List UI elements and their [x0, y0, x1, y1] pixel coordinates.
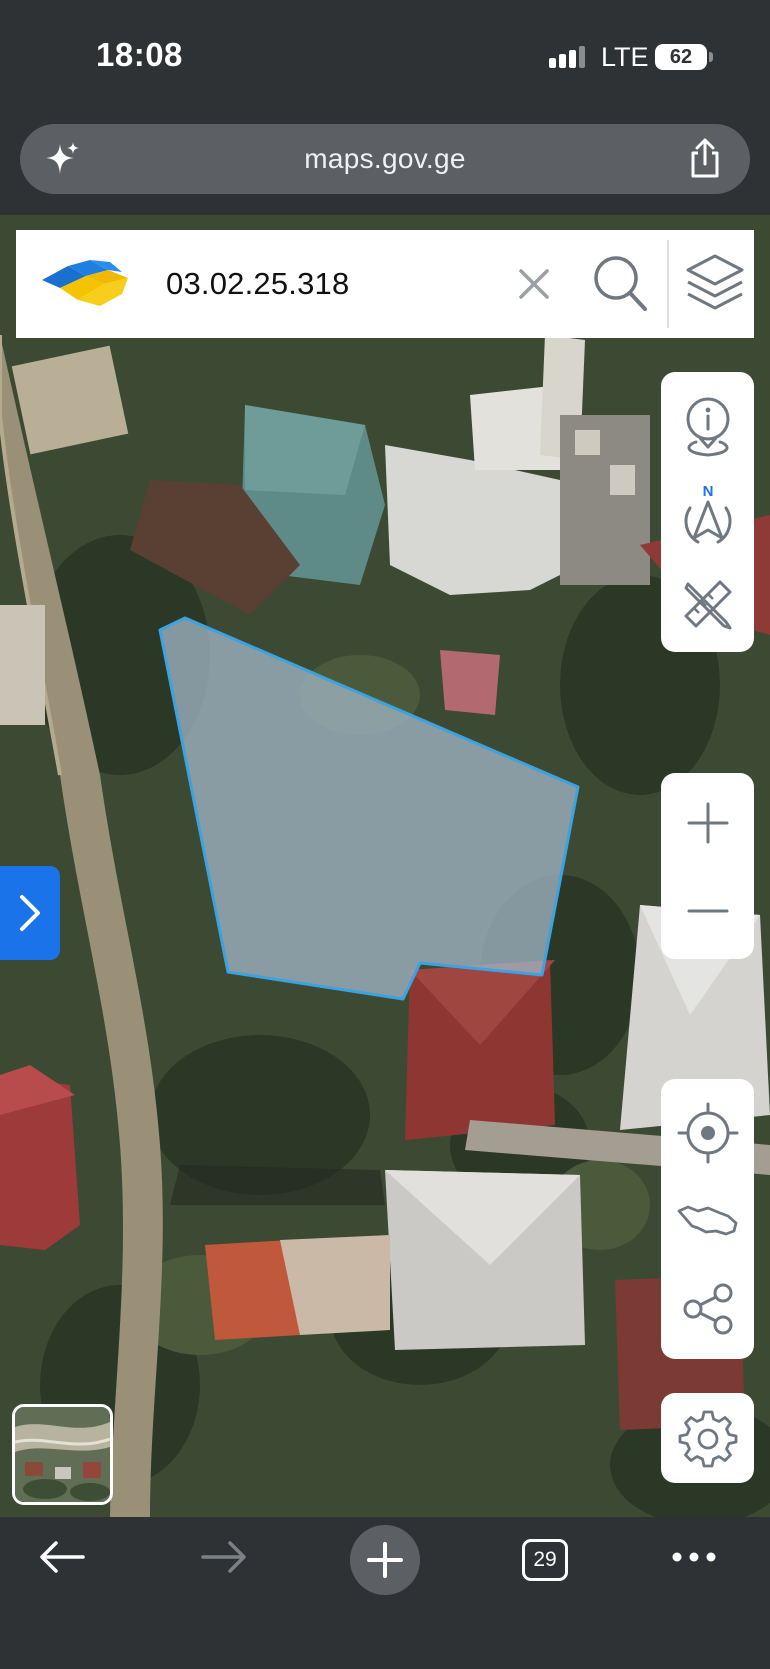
tools-panel: N	[661, 372, 754, 652]
my-location-button[interactable]	[661, 1089, 754, 1177]
measure-button[interactable]	[661, 562, 754, 646]
measure-ruler-pencil-icon	[684, 580, 731, 630]
share-button[interactable]	[661, 1265, 754, 1353]
forward-arrow-icon	[201, 1541, 246, 1573]
browser-toolbar: 29	[0, 1517, 770, 1669]
zoom-out-icon	[687, 909, 728, 913]
url-text[interactable]: maps.gov.ge	[20, 143, 750, 175]
tabs-icon[interactable]: 29	[522, 1539, 568, 1581]
network-type: LTE	[601, 42, 649, 72]
settings-gear-icon	[678, 1410, 737, 1468]
zoom-out-button[interactable]	[661, 869, 754, 953]
share-icon	[683, 1283, 732, 1335]
zoom-in-button[interactable]	[661, 781, 754, 865]
napr-logo-icon	[42, 260, 128, 306]
more-button[interactable]	[662, 1517, 726, 1597]
search-input[interactable]: 03.02.25.318	[166, 266, 349, 302]
svg-text:N: N	[702, 483, 713, 500]
satellite-map[interactable]	[0, 215, 770, 1517]
forward-button[interactable]	[192, 1517, 256, 1597]
signal-bars-icon	[549, 46, 585, 68]
side-panel-toggle[interactable]	[0, 866, 60, 960]
info-location-icon	[686, 397, 729, 457]
status-time: 18:08	[96, 36, 183, 73]
satellite-imagery[interactable]	[0, 215, 770, 1517]
settings-button[interactable]	[661, 1393, 754, 1483]
location-panel	[661, 1079, 754, 1359]
settings-panel	[661, 1393, 754, 1483]
search-icon[interactable]	[592, 254, 648, 312]
battery-level: 62	[669, 45, 693, 68]
country-extent-button[interactable]	[661, 1179, 754, 1263]
basemap-thumbnail[interactable]	[12, 1404, 113, 1505]
info-button[interactable]	[661, 384, 754, 468]
new-tab-plus-icon	[367, 1542, 403, 1578]
battery-tip	[709, 52, 713, 62]
share-icon[interactable]	[685, 138, 725, 180]
zoom-panel	[661, 773, 754, 959]
tabs-count: 29	[533, 1548, 557, 1571]
basemap-preview-image	[15, 1407, 110, 1502]
zoom-in-icon	[687, 802, 728, 844]
back-button[interactable]	[30, 1517, 94, 1597]
more-icon	[672, 1552, 716, 1562]
search-bar: 03.02.25.318	[16, 230, 754, 338]
status-bar: 18:08 LTE 62	[0, 0, 770, 110]
my-location-icon	[677, 1102, 738, 1164]
url-bar[interactable]: maps.gov.ge	[20, 124, 750, 194]
back-arrow-icon	[40, 1541, 85, 1573]
new-tab-button[interactable]	[350, 1525, 420, 1595]
layers-icon[interactable]	[684, 252, 746, 314]
north-compass-button[interactable]: N	[661, 470, 754, 560]
search-divider	[667, 240, 669, 328]
north-compass-icon: N	[684, 483, 731, 544]
chevron-right-icon	[20, 895, 40, 931]
clear-icon[interactable]	[516, 266, 552, 302]
georgia-map-icon	[677, 1205, 737, 1236]
battery-icon: 62	[655, 44, 707, 70]
